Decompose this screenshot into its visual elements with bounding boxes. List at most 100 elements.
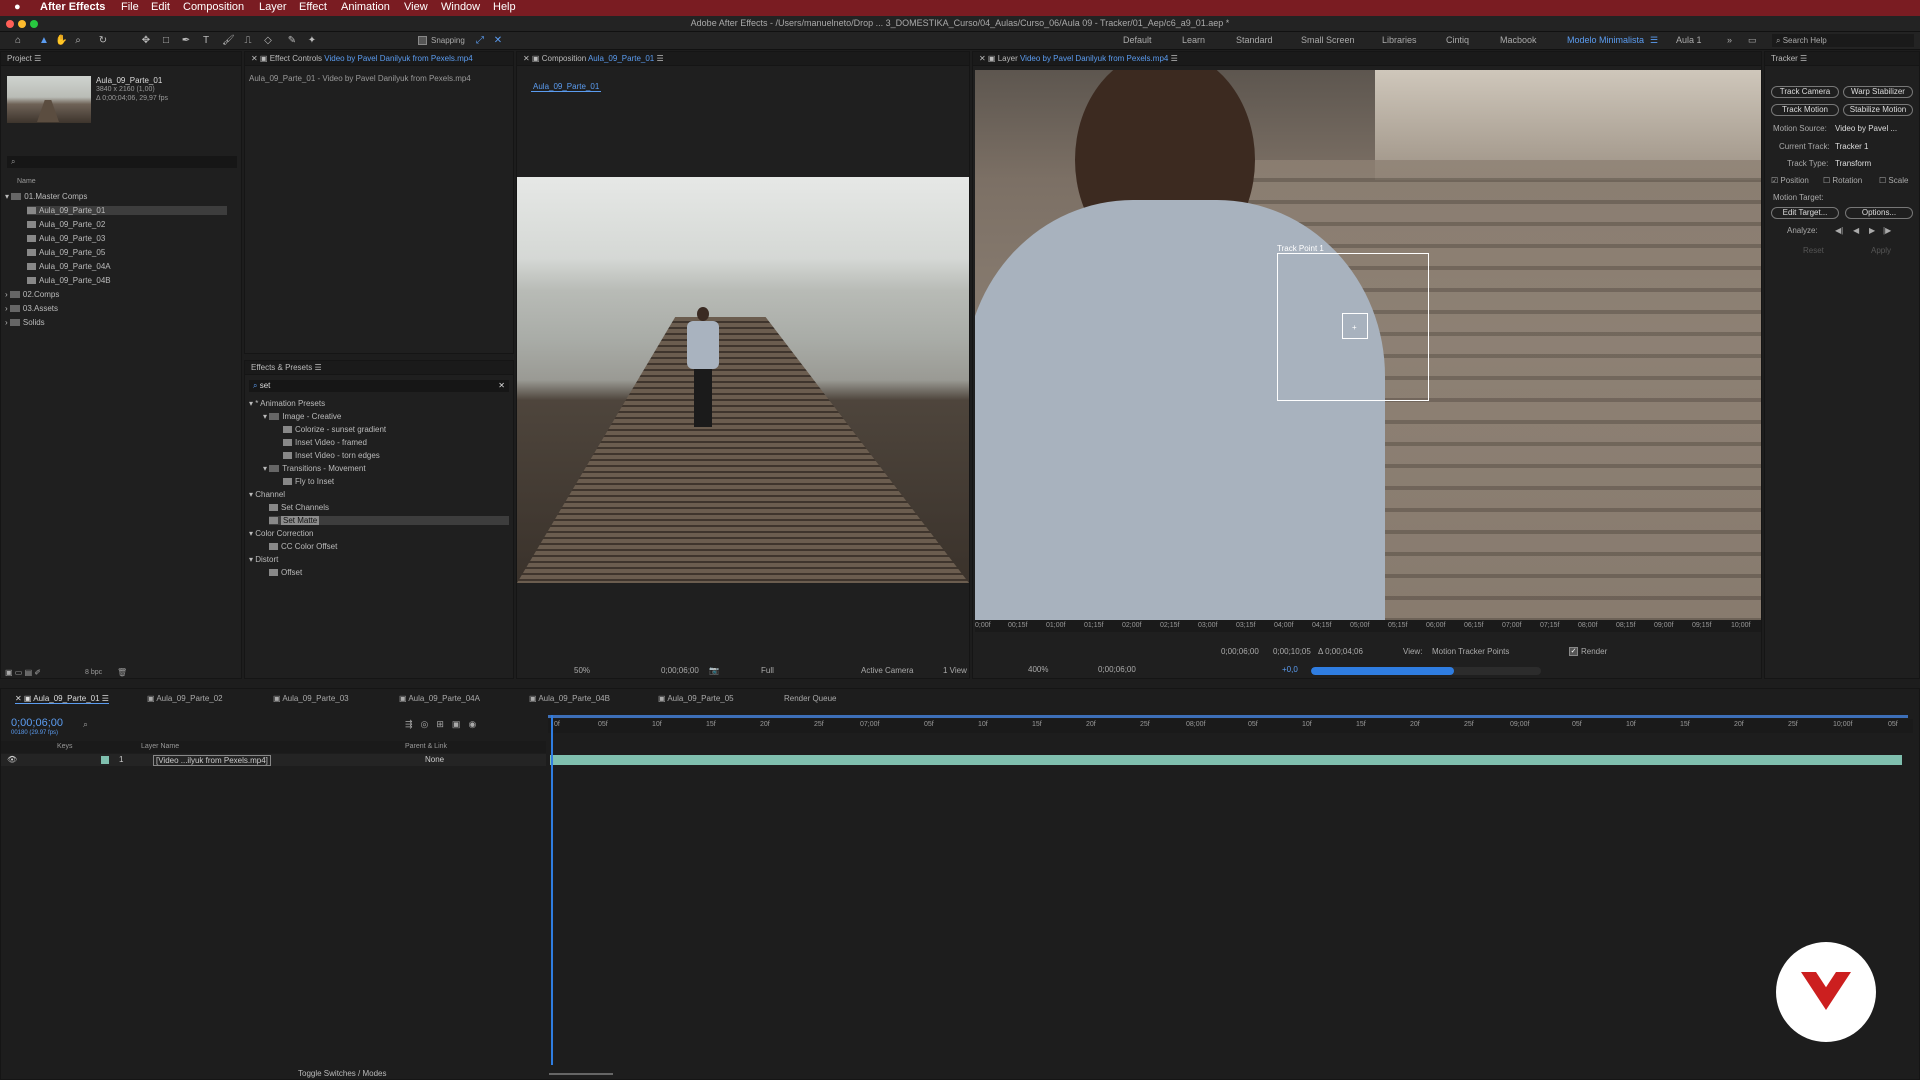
track-camera-button[interactable]: Track Camera [1771,86,1839,98]
analyze-back-one-icon[interactable]: ◀| [1835,226,1843,235]
workspace-macbook[interactable]: Macbook [1500,35,1537,45]
clone-stamp-tool-icon[interactable]: ⎍ [242,35,254,47]
project-search-input[interactable]: ⌕ [7,156,237,168]
motion-source-dropdown[interactable]: Video by Pavel ... [1835,124,1897,133]
timeline-search-icon[interactable]: ⌕ [83,719,88,730]
menu-animation[interactable]: Animation [341,1,390,13]
comp-timecode[interactable]: 0;00;06;00 [661,666,699,675]
effect-controls-tab[interactable]: ✕ ▣ Effect Controls Video by Pavel Danil… [245,52,513,66]
snapping-checkbox[interactable] [418,36,427,45]
magnification-dropdown[interactable]: 50% [574,666,590,675]
layer-label-color[interactable] [101,756,109,764]
effects-item[interactable]: ▾ * Animation Presets [249,399,325,408]
analyze-forward-icon[interactable]: ▶ [1869,226,1875,235]
col-parent[interactable]: Parent & Link [405,743,447,750]
timeline-tab-parte-03[interactable]: ▣ Aula_09_Parte_03 [273,694,349,703]
workspace-standard[interactable]: Standard [1236,35,1273,45]
orbit-tool-icon[interactable]: ↻ [97,35,109,47]
project-folder-assets[interactable]: › 03.Assets [5,304,58,313]
menu-window[interactable]: Window [441,1,480,13]
workspace-cintiq[interactable]: Cintiq [1446,35,1469,45]
project-col-name[interactable]: Name [17,178,36,185]
layer-zoom-dropdown[interactable]: 400% [1028,665,1048,674]
effects-item[interactable]: Colorize - sunset gradient [283,425,386,434]
timeline-switch-icons[interactable]: ⇶◎⊞▣◉ [405,719,484,730]
project-comp-parte-04b[interactable]: Aula_09_Parte_04B [27,276,111,285]
layer-parent-dropdown[interactable]: None [425,755,444,764]
timeline-tab-parte-04a[interactable]: ▣ Aula_09_Parte_04A [399,694,480,703]
menu-layer[interactable]: Layer [259,1,287,13]
position-checkbox[interactable]: ☑ Position [1771,176,1809,185]
workspace-libraries[interactable]: Libraries [1382,35,1417,45]
rotation-checkbox[interactable]: ☐ Rotation [1823,176,1862,185]
analyze-forward-one-icon[interactable]: |▶ [1883,226,1891,235]
composition-viewer[interactable] [517,177,969,583]
search-help-input[interactable]: ⌕ Search Help [1772,34,1914,47]
timeline-ruler[interactable]: 0f 05f 10f 15f 20f 25f 07;00f 05f 10f 15… [548,719,1913,733]
menu-composition[interactable]: Composition [183,1,244,13]
track-motion-button[interactable]: Track Motion [1771,104,1839,116]
project-tab[interactable]: Project ☰ [1,52,241,66]
exposure-value[interactable]: +0,0 [1282,665,1298,674]
home-icon[interactable]: ⌂ [12,35,24,47]
options-button[interactable]: Options... [1845,207,1913,219]
render-queue-tab[interactable]: Render Queue [784,694,836,703]
workspace-menu-icon[interactable]: ☰ [1650,35,1658,46]
tracker-tab[interactable]: Tracker ☰ [1765,52,1919,66]
layer-tab[interactable]: ✕ ▣ Layer Video by Pavel Danilyuk from P… [973,52,1761,66]
workspace-aula-1[interactable]: Aula 1 [1676,35,1702,45]
effects-item[interactable]: Inset Video - torn edges [283,451,380,460]
layer-viewer[interactable]: Track Point 1 + [975,70,1761,620]
timeline-zoom-slider[interactable] [549,1073,613,1075]
edit-target-button[interactable]: Edit Target... [1771,207,1839,219]
toggle-switches-modes[interactable]: Toggle Switches / Modes [298,1069,387,1078]
menu-file[interactable]: File [121,1,139,13]
project-folder-solids[interactable]: › Solids [5,318,45,327]
timeline-timecode[interactable]: 0;00;06;00 [11,717,63,729]
current-track-dropdown[interactable]: Tracker 1 [1835,142,1869,151]
in-point-value[interactable]: 0;00;06;00 [1221,647,1259,656]
more-workspaces-icon[interactable]: » [1727,35,1732,45]
project-comp-parte-04a[interactable]: Aula_09_Parte_04A [27,262,111,271]
menu-view[interactable]: View [404,1,428,13]
timeline-tab-parte-02[interactable]: ▣ Aula_09_Parte_02 [147,694,223,703]
project-comp-parte-05[interactable]: Aula_09_Parte_05 [27,248,105,257]
out-point-value[interactable]: 0;00;10;05 [1273,647,1311,656]
composition-subtab[interactable]: Aula_09_Parte_01 [531,82,602,92]
reset-button[interactable]: Reset [1803,246,1824,255]
effects-item[interactable]: ▾ Channel [249,490,285,499]
layer-time-ruler[interactable]: 0;00f 00;15f 01;00f 01;15f 02;00f 02;15f… [975,620,1761,632]
effects-item[interactable]: Inset Video - framed [283,438,367,447]
app-menu[interactable]: After Effects [40,1,105,13]
current-time-indicator[interactable] [551,715,553,1065]
scale-checkbox[interactable]: ☐ Scale [1879,176,1908,185]
hand-tool-icon[interactable]: ✋ [55,35,67,47]
timeline-tab-parte-01[interactable]: ✕ ▣ Aula_09_Parte_01 ☰ [15,694,109,704]
clear-search-icon[interactable]: ✕ [498,381,505,390]
pan-behind-tool-icon[interactable]: ✥ [140,35,152,47]
project-comp-parte-02[interactable]: Aula_09_Parte_02 [27,220,105,229]
snap-options-icon[interactable]: ⤢ [474,35,486,47]
effects-item[interactable]: Fly to Inset [283,477,334,486]
project-folder-master-comps[interactable]: ▾ 01.Master Comps [5,192,87,201]
visibility-eye-icon[interactable]: 👁 [7,755,17,764]
timeline-tab-parte-05[interactable]: ▣ Aula_09_Parte_05 [658,694,734,703]
views-dropdown[interactable]: 1 View [943,666,967,675]
effects-item[interactable]: ▾ Image - Creative [263,412,341,421]
project-bpc[interactable]: 8 bpc [85,669,102,676]
project-comp-parte-01[interactable]: Aula_09_Parte_01 [27,206,227,215]
camera-icon[interactable]: 📷 [709,666,719,675]
track-type-dropdown[interactable]: Transform [1835,159,1871,168]
workspace-default[interactable]: Default [1123,35,1152,45]
composition-tab[interactable]: ✕ ▣ Composition Aula_09_Parte_01 ☰ [517,52,969,66]
effects-item[interactable]: Set Matte [269,516,509,525]
type-tool-icon[interactable]: T [200,35,212,47]
col-layer-name[interactable]: Layer Name [141,743,179,750]
workspace-small-screen[interactable]: Small Screen [1301,35,1355,45]
resolution-dropdown[interactable]: Full [761,666,774,675]
apply-button[interactable]: Apply [1871,246,1891,255]
effects-item[interactable]: ▾ Transitions - Movement [263,464,366,473]
effects-item[interactable]: Offset [269,568,302,577]
effects-search-input[interactable]: ⌕ set ✕ [249,380,509,392]
menu-help[interactable]: Help [493,1,516,13]
